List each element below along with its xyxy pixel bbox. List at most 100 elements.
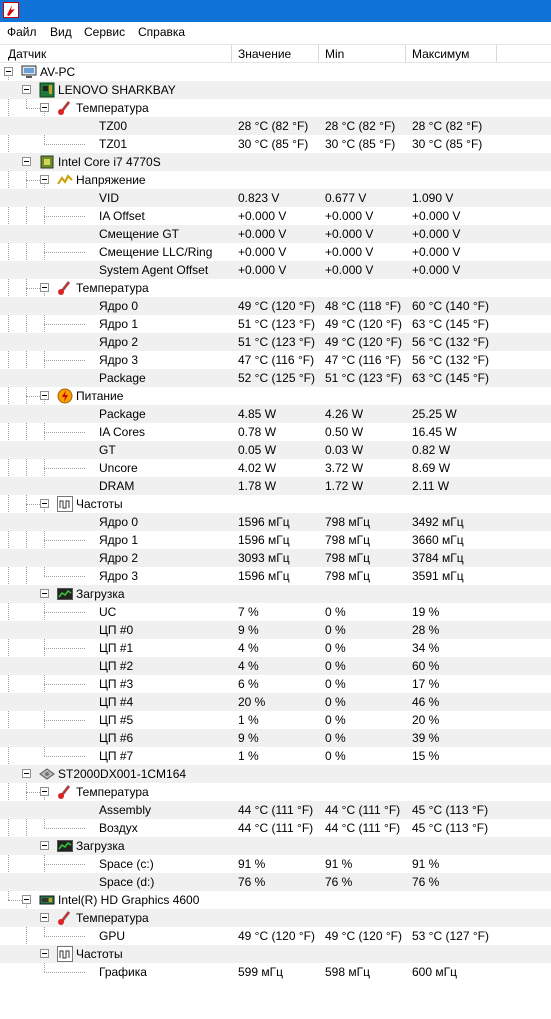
- title-bar[interactable]: [0, 0, 551, 22]
- sensor-row[interactable]: Ядро 3 47 °C (116 °F) 47 °C (116 °F) 56 °C …: [0, 351, 551, 369]
- category-node[interactable]: Частоты: [0, 945, 551, 963]
- sensor-row[interactable]: System Agent Offset +0.000 V +0.000 V +0.00…: [0, 261, 551, 279]
- sensor-row[interactable]: Space (c:) 91 % 91 % 91 %: [0, 855, 551, 873]
- value-cell: 1.78 W: [238, 479, 277, 493]
- sensor-row[interactable]: Ядро 0 49 °C (120 °F) 48 °C (118 °F) 60 °C …: [0, 297, 551, 315]
- value-cell: 28 °C (82 °F): [238, 119, 309, 133]
- value-cell: 44 °C (111 °F): [238, 821, 314, 835]
- collapse-toggle[interactable]: [40, 391, 49, 400]
- category-node[interactable]: Напряжение: [0, 171, 551, 189]
- value-cell: 44 °C (111 °F): [238, 803, 314, 817]
- menu-help[interactable]: Справка: [138, 25, 185, 39]
- node-label: DRAM: [99, 479, 135, 493]
- node-label: ЦП #1: [99, 641, 134, 655]
- sensor-row[interactable]: Assembly 44 °C (111 °F) 44 °C (111 °F) 45 °…: [0, 801, 551, 819]
- value-cell: 91 %: [238, 857, 266, 871]
- node-label: ST2000DX001-1CM164: [58, 767, 187, 781]
- max-cell: 25.25 W: [412, 407, 457, 421]
- menu-tools[interactable]: Сервис: [84, 25, 125, 39]
- device-node[interactable]: Intel(R) HD Graphics 4600: [0, 891, 551, 909]
- min-cell: 1.72 W: [325, 479, 364, 493]
- category-node[interactable]: Загрузка: [0, 837, 551, 855]
- sensor-row[interactable]: ЦП #2 4 % 0 % 60 %: [0, 657, 551, 675]
- max-cell: 45 °C (113 °F): [412, 821, 489, 835]
- category-node[interactable]: Питание: [0, 387, 551, 405]
- collapse-toggle[interactable]: [40, 589, 49, 598]
- category-node[interactable]: Температура: [0, 909, 551, 927]
- sensor-row[interactable]: Ядро 2 3093 мГц 798 мГц 3784 мГц: [0, 549, 551, 567]
- computer-node[interactable]: AV-PC: [0, 63, 551, 81]
- column-min[interactable]: Min: [325, 47, 344, 61]
- sensor-row[interactable]: IA Cores 0.78 W 0.50 W 16.45 W: [0, 423, 551, 441]
- sensor-row[interactable]: ЦП #7 1 % 0 % 15 %: [0, 747, 551, 765]
- collapse-toggle[interactable]: [40, 283, 49, 292]
- sensor-row[interactable]: Package 52 °C (125 °F) 51 °C (123 °F) 63 °C…: [0, 369, 551, 387]
- app-icon[interactable]: [3, 2, 19, 18]
- sensor-row[interactable]: ЦП #1 4 % 0 % 34 %: [0, 639, 551, 657]
- collapse-toggle[interactable]: [40, 175, 49, 184]
- sensor-row[interactable]: Uncore 4.02 W 3.72 W 8.69 W: [0, 459, 551, 477]
- collapse-toggle[interactable]: [22, 85, 31, 94]
- min-cell: 30 °C (85 °F): [325, 137, 396, 151]
- collapse-toggle[interactable]: [22, 895, 31, 904]
- device-node[interactable]: Intel Core i7 4770S: [0, 153, 551, 171]
- sensor-row[interactable]: DRAM 1.78 W 1.72 W 2.11 W: [0, 477, 551, 495]
- sensor-row[interactable]: Ядро 0 1596 мГц 798 мГц 3492 мГц: [0, 513, 551, 531]
- category-node[interactable]: Температура: [0, 99, 551, 117]
- sensor-row[interactable]: GPU 49 °C (120 °F) 49 °C (120 °F) 53 °C (12…: [0, 927, 551, 945]
- sensor-row[interactable]: IA Offset +0.000 V +0.000 V +0.000 V: [0, 207, 551, 225]
- device-node[interactable]: LENOVO SHARKBAY: [0, 81, 551, 99]
- sensor-row[interactable]: VID 0.823 V 0.677 V 1.090 V: [0, 189, 551, 207]
- node-label: Температура: [76, 281, 149, 295]
- sensor-row[interactable]: Ядро 2 51 °C (123 °F) 49 °C (120 °F) 56 °C …: [0, 333, 551, 351]
- sensor-row[interactable]: Ядро 1 51 °C (123 °F) 49 °C (120 °F) 63 °C …: [0, 315, 551, 333]
- category-node[interactable]: Загрузка: [0, 585, 551, 603]
- sensor-row[interactable]: ЦП #0 9 % 0 % 28 %: [0, 621, 551, 639]
- min-cell: 49 °C (120 °F): [325, 929, 402, 943]
- node-label: Температура: [76, 785, 149, 799]
- node-label: Ядро 1: [99, 533, 139, 547]
- sensor-row[interactable]: Ядро 1 1596 мГц 798 мГц 3660 мГц: [0, 531, 551, 549]
- collapse-toggle[interactable]: [22, 769, 31, 778]
- sensor-row[interactable]: Воздух 44 °C (111 °F) 44 °C (111 °F) 45 °C …: [0, 819, 551, 837]
- menu-bar: Файл Вид Сервис Справка: [0, 22, 551, 44]
- sensor-row[interactable]: ЦП #3 6 % 0 % 17 %: [0, 675, 551, 693]
- column-sensor[interactable]: Датчик: [8, 47, 46, 61]
- menu-view[interactable]: Вид: [50, 25, 72, 39]
- sensor-row[interactable]: Package 4.85 W 4.26 W 25.25 W: [0, 405, 551, 423]
- sensor-row[interactable]: ЦП #5 1 % 0 % 20 %: [0, 711, 551, 729]
- sensor-row[interactable]: Ядро 3 1596 мГц 798 мГц 3591 мГц: [0, 567, 551, 585]
- collapse-toggle[interactable]: [40, 499, 49, 508]
- node-label: System Agent Offset: [99, 263, 209, 277]
- min-cell: 3.72 W: [325, 461, 364, 475]
- node-label: Температура: [76, 911, 149, 925]
- collapse-toggle[interactable]: [40, 949, 49, 958]
- collapse-toggle[interactable]: [4, 67, 13, 76]
- sensor-row[interactable]: Смещение GT +0.000 V +0.000 V +0.000 V: [0, 225, 551, 243]
- value-cell: 20 %: [238, 695, 266, 709]
- max-cell: 63 °C (145 °F): [412, 317, 489, 331]
- sensor-row[interactable]: GT 0.05 W 0.03 W 0.82 W: [0, 441, 551, 459]
- thermometer-icon: [57, 784, 73, 800]
- sensor-row[interactable]: ЦП #4 20 % 0 % 46 %: [0, 693, 551, 711]
- sensor-row[interactable]: Графика 599 мГц 598 мГц 600 мГц: [0, 963, 551, 981]
- category-node[interactable]: Температура: [0, 783, 551, 801]
- sensor-row[interactable]: Space (d:) 76 % 76 % 76 %: [0, 873, 551, 891]
- collapse-toggle[interactable]: [22, 157, 31, 166]
- sensor-row[interactable]: Смещение LLC/Ring +0.000 V +0.000 V +0.000 …: [0, 243, 551, 261]
- min-cell: 91 %: [325, 857, 353, 871]
- category-node[interactable]: Частоты: [0, 495, 551, 513]
- device-node[interactable]: ST2000DX001-1CM164: [0, 765, 551, 783]
- collapse-toggle[interactable]: [40, 787, 49, 796]
- sensor-row[interactable]: ЦП #6 9 % 0 % 39 %: [0, 729, 551, 747]
- collapse-toggle[interactable]: [40, 841, 49, 850]
- category-node[interactable]: Температура: [0, 279, 551, 297]
- column-max[interactable]: Максимум: [412, 47, 469, 61]
- sensor-row[interactable]: TZ01 30 °C (85 °F) 30 °C (85 °F) 30 °C (85 …: [0, 135, 551, 153]
- collapse-toggle[interactable]: [40, 103, 49, 112]
- column-value[interactable]: Значение: [238, 47, 291, 61]
- menu-file[interactable]: Файл: [7, 25, 37, 39]
- sensor-row[interactable]: TZ00 28 °C (82 °F) 28 °C (82 °F) 28 °C (82 …: [0, 117, 551, 135]
- sensor-row[interactable]: UC 7 % 0 % 19 %: [0, 603, 551, 621]
- collapse-toggle[interactable]: [40, 913, 49, 922]
